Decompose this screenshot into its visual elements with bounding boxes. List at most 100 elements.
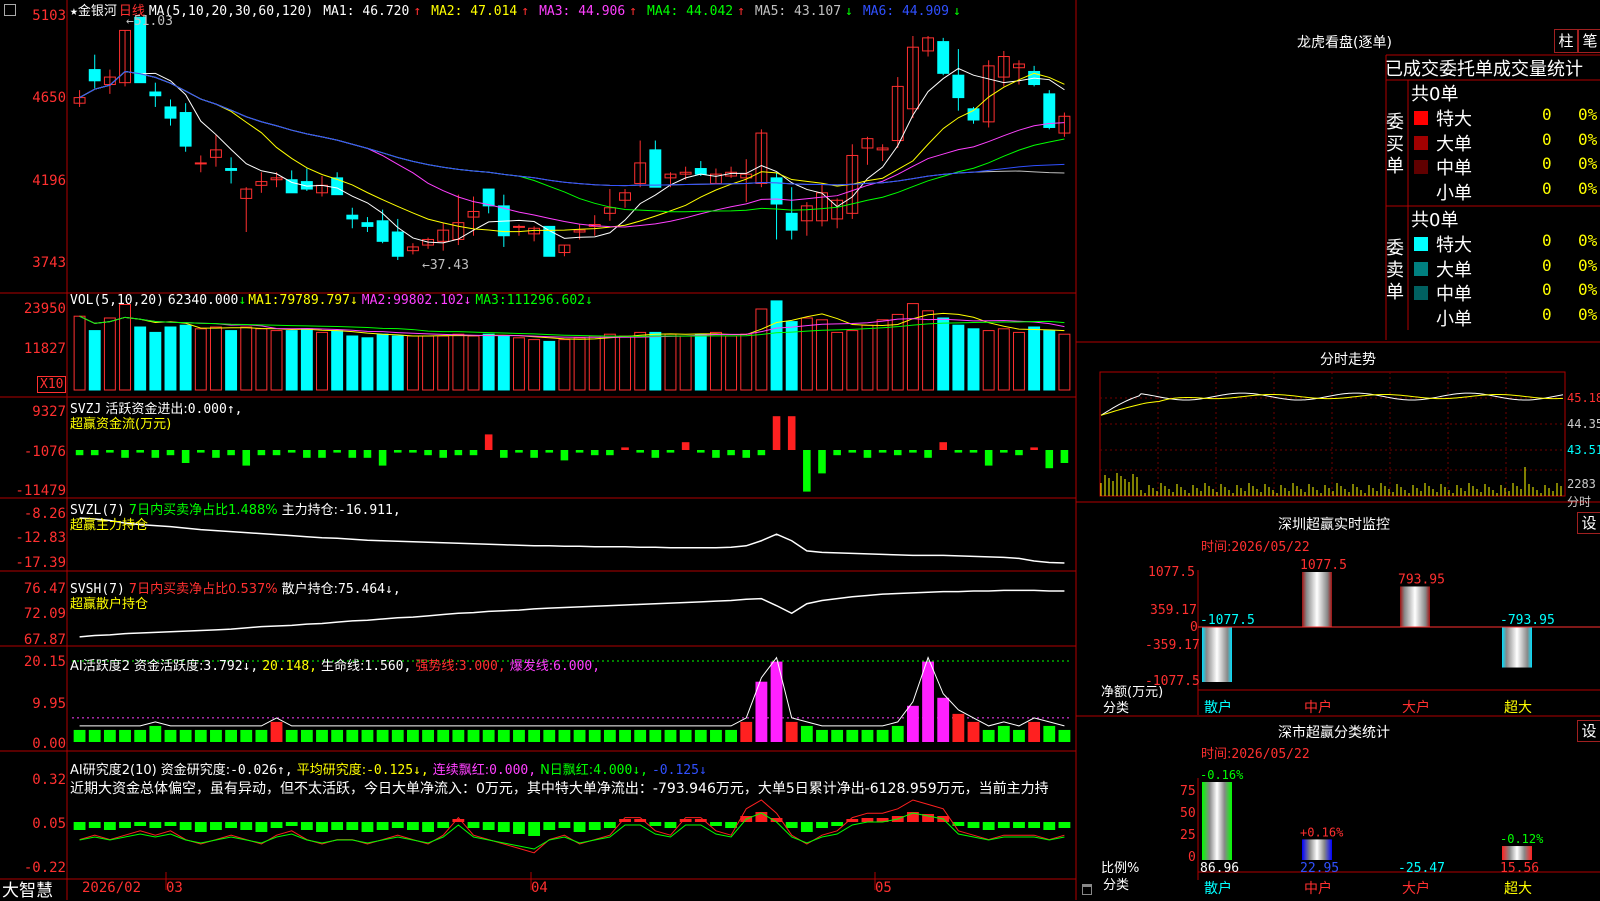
ma-value-3: MA3: 44.906 <box>539 4 626 19</box>
ai-active-label: 资金活跃度: <box>134 659 204 674</box>
research-bar <box>119 822 131 828</box>
research-bar <box>194 822 207 832</box>
order-count: 0 <box>1542 280 1552 299</box>
volume-bar <box>406 335 419 391</box>
ai-avg-value: -0.125↓, <box>366 763 429 778</box>
ma-params: MA(5,10,20,30,60,120) <box>148 4 314 19</box>
flow-bar <box>303 450 311 458</box>
ai-active-tick-2: 9.95 <box>32 696 66 712</box>
x-label-03: 03 <box>166 880 183 896</box>
volume-bar <box>346 335 359 391</box>
vol-tick-1: 23950 <box>23 301 66 317</box>
monitor-value-label: -793.95 <box>1500 613 1555 628</box>
volume-bar <box>209 326 222 391</box>
volume-bar <box>1043 330 1056 391</box>
tab-filled[interactable]: 已成交 <box>1385 59 1439 80</box>
ma-arrow-5: ↓ <box>845 4 853 19</box>
volume-bar <box>88 330 101 391</box>
candle-body <box>770 177 783 205</box>
tab-orders[interactable]: 委托单 <box>1439 59 1493 80</box>
research-bar <box>346 822 359 830</box>
volume-bar <box>982 330 995 391</box>
ma-arrow-1: ↑ <box>413 4 422 19</box>
research-bar <box>164 822 177 826</box>
candle-body <box>952 74 965 99</box>
flow-bar <box>454 450 463 456</box>
research-bar <box>331 822 344 830</box>
vol-header: VOL(5,10,20) 62340.000↓ MA1:79789.797↓ MA2:… <box>70 293 597 308</box>
flow-bar <box>409 450 417 453</box>
ai-nred-label: N日飘红: <box>540 763 594 778</box>
volume-bar <box>770 300 783 391</box>
svzj-tick-2: -1076 <box>23 444 66 460</box>
ma-line-3 <box>79 70 1065 228</box>
flow-bar <box>712 450 720 458</box>
stock-name[interactable]: 金银河 <box>78 4 117 19</box>
volume-bar <box>103 317 116 391</box>
candle-body <box>179 112 192 147</box>
flow-bar <box>227 450 235 456</box>
tab-volume-stats[interactable]: 成交量统计 <box>1493 59 1583 80</box>
research-bar <box>785 822 798 828</box>
sz-classify-time: 时间:2026/05/22 <box>1201 743 1310 762</box>
flow-bar <box>106 450 114 453</box>
x-label-start: 2026/02 <box>82 880 142 896</box>
bar-view-button[interactable]: 柱 <box>1554 29 1578 53</box>
research-bar <box>558 822 571 828</box>
sz-monitor-time-label: 时间: <box>1201 540 1232 555</box>
volume-bar <box>179 324 192 391</box>
flow-bar <box>393 450 402 453</box>
research-bar <box>649 822 662 826</box>
flow-bar <box>681 442 690 450</box>
flow-bar <box>697 450 705 453</box>
flow-bar <box>666 450 675 453</box>
activity-bar <box>922 661 934 742</box>
star-icon[interactable]: ★ <box>70 4 78 19</box>
activity-bar <box>467 729 480 742</box>
activity-bar <box>952 713 965 742</box>
research-bar <box>573 822 586 832</box>
activity-bar <box>179 729 192 742</box>
activity-bar <box>407 729 419 742</box>
monitor-category-label: 中户 <box>1304 699 1332 716</box>
volume-bar <box>558 339 571 391</box>
classify-change-label: +0.16% <box>1300 825 1344 839</box>
sz-tick-2: 359.17 <box>1150 603 1197 618</box>
volume-bar <box>906 303 919 391</box>
monitor-category-label: 散户 <box>1204 699 1232 716</box>
volume-bar <box>664 333 677 391</box>
price-tick-2: 4650 <box>32 90 66 106</box>
ai-burst-label: 爆发线: <box>509 659 554 674</box>
research-bar <box>103 822 116 830</box>
lock-icon[interactable] <box>1082 884 1092 895</box>
sz-classify-settings-button[interactable]: 设 <box>1577 720 1600 742</box>
order-size-label: 特大 <box>1436 235 1472 256</box>
research-bar <box>679 819 692 822</box>
volume-bar <box>225 330 238 391</box>
intraday-tick-1: 45.18 <box>1567 391 1600 405</box>
flow-bar <box>287 450 296 453</box>
flow-bar <box>212 450 220 458</box>
restore-icon[interactable] <box>4 4 16 16</box>
volume-bar <box>573 337 586 391</box>
sz-monitor-settings-button[interactable]: 设 <box>1577 512 1600 534</box>
activity-bar <box>558 729 571 742</box>
candle-body <box>376 220 389 242</box>
tick-view-button[interactable]: 笔 <box>1578 29 1600 53</box>
research-bar <box>452 819 465 822</box>
classify-value-label: 15.56 <box>1500 861 1539 876</box>
research-bar <box>270 822 283 828</box>
intraday-avg-line <box>1100 393 1564 416</box>
flow-bar <box>121 450 129 458</box>
main-holding-line <box>79 517 1065 564</box>
volume-bar <box>422 335 435 391</box>
ai-active-value: 3.792↓, <box>203 659 259 674</box>
vol-tick-2: 11827 <box>23 341 66 357</box>
research-bar <box>391 822 404 828</box>
candle-body <box>164 106 177 119</box>
svsh-tick-3: 67.87 <box>23 632 66 648</box>
flow-bar <box>772 416 781 450</box>
monitor-value-label: -1077.5 <box>1200 613 1255 628</box>
monitor-value-label: 1077.5 <box>1300 558 1347 573</box>
volume-bar <box>725 335 738 391</box>
